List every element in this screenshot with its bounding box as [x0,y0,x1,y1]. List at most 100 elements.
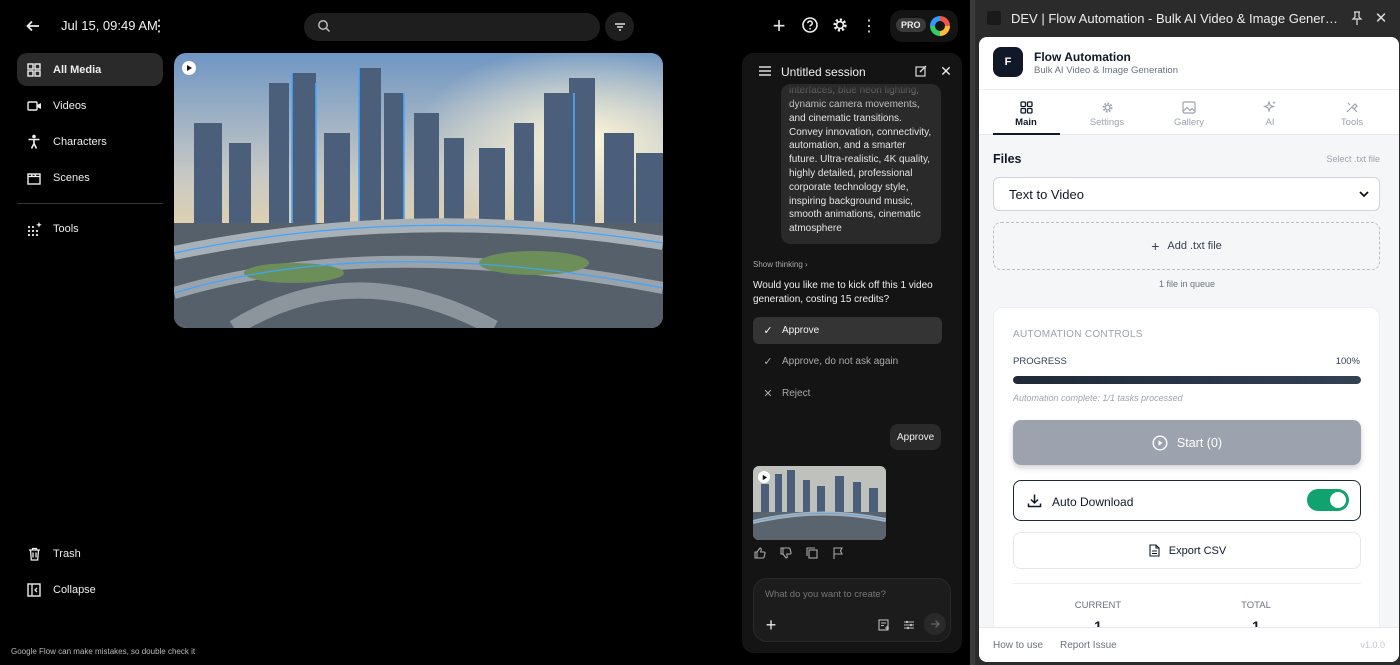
menu-icon[interactable] [758,65,772,77]
add-file-label: Add .txt file [1167,240,1222,252]
auto-download-row: Auto Download [1013,480,1361,521]
generated-video-thumbnail[interactable] [753,466,886,540]
edit-icon[interactable] [914,64,928,78]
search-input[interactable] [338,17,588,37]
select-txt-link[interactable]: Select .txt file [1326,154,1380,164]
add-button[interactable]: + [768,13,790,38]
tab-main[interactable]: Main [993,90,1059,136]
city-image [174,53,663,328]
sidebar-item-tools[interactable]: Tools [17,212,163,245]
current-label: CURRENT [1074,600,1122,611]
avatar[interactable] [930,16,950,36]
status-text: Automation complete: 1/1 tasks processed [1013,393,1183,403]
sidebar-divider [17,203,163,204]
collapse-icon [26,582,42,598]
sparkle-grid-icon [26,221,42,237]
approve-always-option[interactable]: ✓ Approve, do not ask again [753,348,942,375]
sidebar-item-all-media[interactable]: All Media [17,53,163,86]
grid-icon [1019,100,1033,114]
tab-label: Main [1015,117,1037,128]
video-camera-icon [26,98,42,114]
x-icon: ✕ [763,388,773,400]
sidebar-item-label: Trash [53,547,81,560]
generation-mode-select[interactable]: Text to Video [993,177,1380,211]
start-button[interactable]: Start (0) [1013,420,1361,465]
tab-gallery[interactable]: Gallery [1156,90,1222,136]
copy-icon[interactable] [805,546,819,560]
check-icon: ✓ [763,325,773,337]
auto-download-toggle[interactable] [1307,489,1349,511]
tab-ai[interactable]: AI [1237,90,1303,136]
prompt-composer: + [753,578,951,642]
side-panel-titlebar: DEV | Flow Automation - Bulk AI Video & … [975,0,1400,37]
chat-panel: Untitled session ✕ interfaces, blue neon… [742,53,962,653]
add-attachment-icon[interactable]: + [763,615,779,635]
send-arrow-icon[interactable] [924,613,946,635]
sidebar-item-trash[interactable]: Trash [17,537,163,570]
play-circle-icon [1152,434,1168,451]
auto-download-label: Auto Download [1052,495,1134,509]
sidebar-item-characters[interactable]: Characters [17,125,163,158]
generation-mode-value: Text to Video [1009,186,1084,202]
export-label: Export CSV [1168,544,1227,557]
approve-option[interactable]: ✓ Approve [753,317,942,344]
pin-icon[interactable] [1349,10,1365,26]
export-csv-button[interactable]: Export CSV [1013,532,1361,569]
show-thinking-link[interactable]: Show thinking › [753,260,808,269]
reject-option[interactable]: ✕ Reject [753,380,942,407]
extension-logo: F [993,47,1023,77]
plus-icon: + [1151,238,1160,254]
chevron-down-icon [1359,191,1369,198]
help-icon[interactable] [800,15,820,35]
extension-name: Flow Automation [1034,50,1131,64]
sidebar-item-scenes[interactable]: Scenes [17,161,163,194]
media-thumbnail[interactable] [174,53,663,328]
assistant-question: Would you like me to kick off this 1 vid… [753,280,933,305]
tab-tools[interactable]: Tools [1319,90,1385,136]
extension-tabs: Main Settings Gallery AI Tools [979,89,1399,135]
add-txt-file-dropzone[interactable]: + Add .txt file [993,222,1380,270]
tab-label: Gallery [1173,117,1205,128]
extension-subtitle: Bulk AI Video & Image Generation [1034,65,1178,76]
report-issue-link[interactable]: Report Issue [1060,640,1117,651]
close-icon[interactable]: ✕ [1373,10,1389,27]
tab-label: Tools [1340,117,1364,128]
thumbs-up-icon[interactable] [753,546,767,560]
more-vertical-icon[interactable]: ⋮ [860,14,878,38]
tune-icon[interactable] [902,618,916,632]
account-area[interactable]: PRO [890,10,958,42]
tab-label: Settings [1089,117,1125,128]
option-label: Approve [782,325,820,336]
start-label: Start (0) [1176,435,1223,450]
tab-settings[interactable]: Settings [1074,90,1140,136]
sidebar-item-label: All Media [53,63,102,76]
gear-icon[interactable] [830,15,850,35]
page-title: Jul 15, 09:49 AM [61,18,158,33]
play-icon [182,61,196,75]
add-note-icon[interactable] [877,618,891,632]
search-bar[interactable] [304,13,600,41]
sidebar-item-collapse[interactable]: Collapse [17,573,163,606]
queue-count: 1 file in queue [1158,279,1216,289]
gear-icon [1100,100,1114,114]
how-to-use-link[interactable]: How to use [993,640,1043,651]
trash-icon [26,546,42,562]
sidebar-item-videos[interactable]: Videos [17,89,163,122]
filter-button[interactable] [605,12,634,41]
flag-icon[interactable] [831,546,845,560]
close-icon[interactable]: ✕ [939,63,953,79]
prompt-message: interfaces, blue neon lighting, dynamic … [781,84,941,244]
extension-footer: How to use Report Issue v1.0.0 [979,627,1399,662]
user-reply: Approve [890,424,942,450]
top-bar: Jul 15, 09:49 AM ⋮ + ⋮ PRO [0,0,970,52]
extension-header: F Flow Automation Bulk AI Video & Image … [979,37,1399,89]
back-arrow-icon[interactable] [20,13,46,39]
prompt-input[interactable] [765,589,935,600]
pro-badge: PRO [896,18,926,32]
progress-label: PROGRESS [1013,356,1067,367]
play-icon [758,471,770,483]
option-label: Reject [782,388,811,399]
thumbs-down-icon[interactable] [779,546,793,560]
more-vertical-icon[interactable]: ⋮ [150,14,168,38]
file-icon [1149,544,1160,557]
